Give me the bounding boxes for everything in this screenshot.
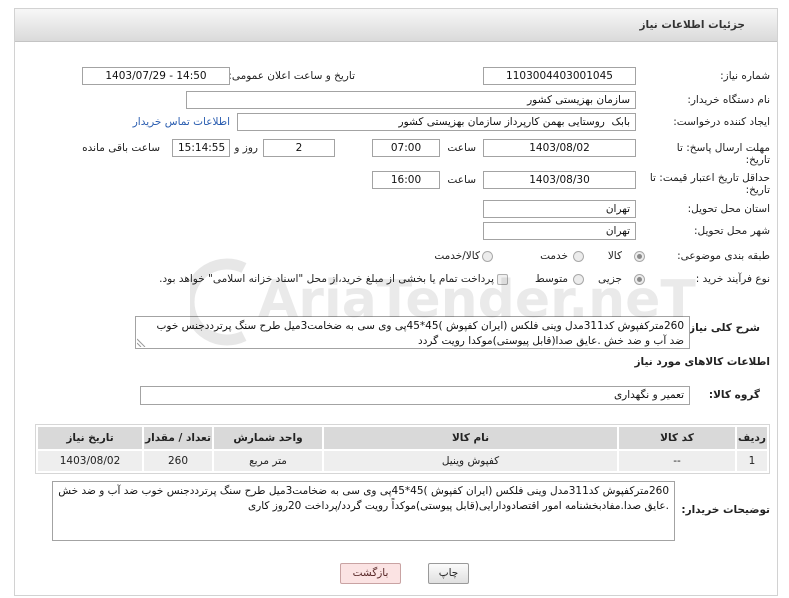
price-validity-date-field: 1403/08/30 bbox=[483, 171, 636, 189]
category-label: طبقه بندی موضوعی: bbox=[677, 250, 770, 262]
goods-table: ردیف کد کالا نام کالا واحد شمارش تعداد /… bbox=[35, 424, 770, 474]
need-number-label: شماره نیاز: bbox=[720, 70, 770, 82]
treasury-checkbox-label: پرداخت تمام یا بخشی از مبلغ خرید،از محل … bbox=[159, 273, 494, 285]
purchase-radio-minor[interactable] bbox=[634, 274, 645, 285]
buyer-contact-link[interactable]: اطلاعات تماس خریدار bbox=[133, 115, 230, 129]
cell-item-code: -- bbox=[619, 451, 735, 471]
purchase-option-medium-label: متوسط bbox=[535, 273, 568, 285]
general-description-text: 260مترکفپوش کد311مدل وینی فلکس (ایران کف… bbox=[156, 320, 684, 347]
goods-table-header-row: ردیف کد کالا نام کالا واحد شمارش تعداد /… bbox=[38, 427, 767, 449]
days-remaining-field: 2 bbox=[263, 139, 335, 157]
announce-datetime-label: تاریخ و ساعت اعلان عمومی: bbox=[228, 70, 355, 82]
goods-group-field: تعمیر و نگهداری bbox=[140, 386, 690, 405]
purchase-option-minor-label: جزیی bbox=[598, 273, 622, 285]
goods-section-title: اطلاعات کالاهای مورد نیاز bbox=[634, 356, 770, 368]
print-button[interactable]: چاپ bbox=[428, 563, 469, 584]
price-validity-label-line2: تاریخ: bbox=[745, 184, 770, 196]
cell-unit: متر مربع bbox=[214, 451, 322, 471]
hours-remaining-field: 15:14:55 bbox=[172, 139, 230, 157]
delivery-city-field: تهران bbox=[483, 222, 636, 240]
requester-label: ایجاد کننده درخواست: bbox=[673, 116, 770, 128]
col-header-item-name: نام کالا bbox=[324, 427, 617, 449]
announce-datetime-field: 1403/07/29 - 14:50 bbox=[82, 67, 230, 85]
resize-grip-icon[interactable] bbox=[137, 338, 146, 347]
category-radio-service[interactable] bbox=[573, 251, 584, 262]
buyer-notes-text: 260مترکفپوش کد311مدل وینی فلکس (ایران کف… bbox=[58, 485, 669, 512]
cell-item-name: کفپوش وینیل bbox=[324, 451, 617, 471]
buyer-notes-label: توضیحات خریدار: bbox=[681, 504, 770, 516]
purchase-process-label: نوع فرآیند خرید : bbox=[695, 273, 770, 285]
buyer-notes-textarea[interactable]: 260مترکفپوش کد311مدل وینی فلکس (ایران کف… bbox=[52, 481, 675, 541]
response-deadline-time-label: ساعت bbox=[447, 142, 476, 154]
category-option-service-label: خدمت bbox=[540, 250, 568, 262]
general-description-label: شرح کلی نیاز: bbox=[684, 322, 760, 334]
price-validity-time-label: ساعت bbox=[447, 174, 476, 186]
goods-group-label: گروه کالا: bbox=[708, 389, 760, 401]
need-details-page: جزئیات اطلاعات نیاز شماره نیاز: 11030044… bbox=[0, 0, 789, 598]
buyer-org-field: سازمان بهزیستی کشور bbox=[186, 91, 636, 109]
col-header-need-date: تاریخ نیاز bbox=[38, 427, 142, 449]
hours-remaining-label: ساعت باقی مانده bbox=[82, 142, 160, 154]
back-button[interactable]: بازگشت bbox=[340, 563, 401, 584]
cell-row-number: 1 bbox=[737, 451, 767, 471]
requester-field: بابک روستایی بهمن کارپرداز سازمان بهزیست… bbox=[237, 113, 636, 131]
table-row: 1 -- کفپوش وینیل متر مربع 260 1403/08/02 bbox=[38, 451, 767, 471]
cell-quantity: 260 bbox=[144, 451, 212, 471]
col-header-row-number: ردیف bbox=[737, 427, 767, 449]
panel-title: جزئیات اطلاعات نیاز bbox=[639, 19, 745, 31]
col-header-item-code: کد کالا bbox=[619, 427, 735, 449]
treasury-checkbox[interactable] bbox=[497, 274, 508, 285]
price-validity-time-field: 16:00 bbox=[372, 171, 440, 189]
panel-header: جزئیات اطلاعات نیاز bbox=[15, 9, 777, 42]
general-description-textarea[interactable]: 260مترکفپوش کد311مدل وینی فلکس (ایران کف… bbox=[135, 316, 690, 349]
cell-need-date: 1403/08/02 bbox=[38, 451, 142, 471]
col-header-quantity: تعداد / مقدار bbox=[144, 427, 212, 449]
response-deadline-time-field: 07:00 bbox=[372, 139, 440, 157]
response-deadline-label-line2: تاریخ: bbox=[745, 154, 770, 166]
category-radio-goods[interactable] bbox=[634, 251, 645, 262]
category-option-goods-label: کالا bbox=[607, 250, 622, 262]
need-number-field: 1103004403001045 bbox=[483, 67, 636, 85]
col-header-unit: واحد شمارش bbox=[214, 427, 322, 449]
purchase-radio-medium[interactable] bbox=[573, 274, 584, 285]
response-deadline-date-field: 1403/08/02 bbox=[483, 139, 636, 157]
days-label: روز و bbox=[234, 142, 258, 154]
delivery-city-label: شهر محل تحویل: bbox=[694, 225, 770, 237]
buyer-org-label: نام دستگاه خریدار: bbox=[687, 94, 770, 106]
category-option-goods-service-label: کالا/خدمت bbox=[434, 250, 480, 262]
delivery-province-field: تهران bbox=[483, 200, 636, 218]
delivery-province-label: استان محل تحویل: bbox=[687, 203, 770, 215]
category-radio-goods-service[interactable] bbox=[482, 251, 493, 262]
